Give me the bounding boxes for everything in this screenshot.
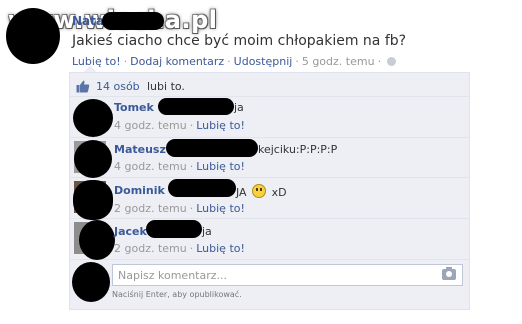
comment-meta: 4 godz. temu · Lubię to! — [114, 119, 245, 132]
redacted-avatar — [74, 140, 112, 178]
redacted-avatar — [72, 262, 110, 302]
comment-composer — [112, 264, 463, 286]
separator: · — [189, 160, 194, 173]
composer-hint: Naciśnij Enter, aby opublikować. — [112, 290, 242, 299]
post-text: Jakieś ciacho chce być moim chłopakiem n… — [72, 33, 407, 49]
comment-author[interactable]: Jacek — [114, 225, 147, 238]
separator: · — [189, 242, 194, 255]
likes-count-link[interactable]: 14 osób — [96, 80, 140, 93]
smiley-emoticon-icon — [252, 184, 267, 198]
globe-icon — [387, 57, 397, 66]
redacted-comment-text — [166, 139, 258, 157]
comment-text: ja — [234, 101, 244, 114]
comment-like-link[interactable]: Lubię to! — [196, 119, 245, 132]
redacted-comment-text — [146, 220, 202, 238]
comment-like-link[interactable]: Lubię to! — [196, 202, 245, 215]
comment-meta: 4 godz. temu · Lubię to! — [114, 160, 245, 173]
post-timestamp[interactable]: 5 godz. temu — [302, 55, 375, 68]
post-share-link[interactable]: Udostępnij — [234, 55, 293, 68]
comment-author[interactable]: Dominik — [114, 184, 165, 197]
redacted-avatar — [73, 99, 113, 137]
comment-text: kejciku:P:P:P:P — [258, 143, 338, 156]
thumbs-up-icon — [76, 80, 90, 93]
comment-meta: 2 godz. temu · Lubię to! — [114, 242, 245, 255]
divider — [70, 177, 469, 178]
divider — [70, 218, 469, 219]
comment-timestamp[interactable]: 2 godz. temu — [114, 242, 187, 255]
redacted-comment-text — [158, 98, 234, 115]
comment-timestamp[interactable]: 4 godz. temu — [114, 119, 187, 132]
comment-author[interactable]: Tomek — [114, 101, 154, 114]
separator: · — [227, 55, 231, 68]
comment-meta: 2 godz. temu · Lubię to! — [114, 202, 245, 215]
comment-like-link[interactable]: Lubię to! — [196, 160, 245, 173]
post-like-link[interactable]: Lubię to! — [72, 55, 121, 68]
likes-label: lubi to. — [147, 80, 185, 93]
comment-timestamp[interactable]: 4 godz. temu — [114, 160, 187, 173]
comment-text-suffix: xD — [271, 186, 287, 199]
redacted-comment-text — [168, 179, 236, 197]
comment-text: JA xD — [236, 184, 287, 199]
comment-text: ja — [202, 225, 212, 238]
redacted-avatar — [79, 220, 115, 260]
comment-box-arrow-fill — [85, 67, 95, 72]
comment-author[interactable]: Mateusz — [114, 143, 166, 156]
separator: · — [123, 55, 128, 68]
separator: · — [377, 55, 382, 68]
camera-icon[interactable] — [442, 267, 456, 280]
separator: · — [189, 119, 194, 132]
divider — [70, 96, 469, 97]
comment-text-visible: JA — [236, 186, 247, 199]
comment-timestamp[interactable]: 2 godz. temu — [114, 202, 187, 215]
redacted-avatar — [6, 8, 60, 64]
divider — [70, 259, 469, 260]
redacted-avatar — [73, 180, 113, 220]
post-add-comment-link[interactable]: Dodaj komentarz — [130, 55, 224, 68]
separator: · — [295, 55, 299, 68]
comment-like-link[interactable]: Lubię to! — [196, 242, 245, 255]
separator: · — [189, 202, 194, 215]
divider — [70, 137, 469, 138]
comment-input[interactable] — [113, 265, 438, 285]
post-actions: Lubię to! · Dodaj komentarz · Udostępnij · 5 g… — [72, 55, 397, 68]
redacted-author-surname — [102, 12, 164, 30]
